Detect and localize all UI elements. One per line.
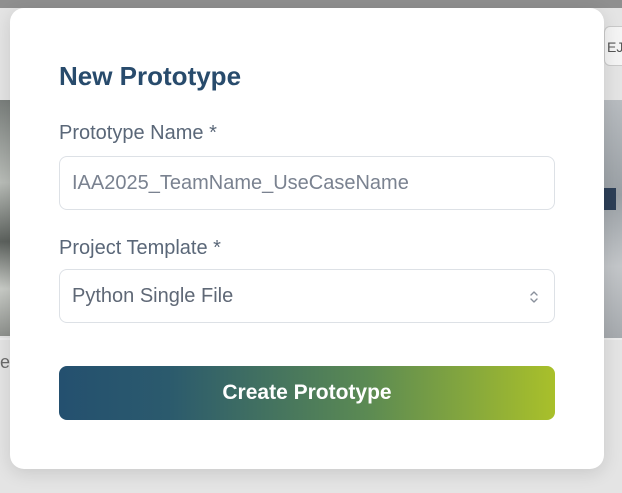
- prototype-name-input[interactable]: [59, 156, 555, 210]
- new-prototype-dialog: New Prototype Prototype Name * Project T…: [10, 8, 604, 469]
- project-template-selected-value: Python Single File: [72, 285, 234, 307]
- background-badge: [604, 188, 616, 210]
- project-template-select[interactable]: Python Single File: [59, 269, 555, 323]
- background-top-bar: [0, 0, 622, 8]
- background-card-image-right: [604, 100, 622, 338]
- background-button: EJ: [604, 26, 622, 66]
- create-prototype-button[interactable]: Create Prototype: [59, 366, 555, 420]
- project-template-label: Project Template *: [59, 237, 221, 259]
- background-card-image: [0, 100, 10, 336]
- background-card-text: e: [0, 352, 11, 372]
- dialog-title: New Prototype: [59, 61, 242, 91]
- prototype-name-label: Prototype Name *: [59, 122, 217, 144]
- chevron-up-down-icon: [528, 289, 540, 305]
